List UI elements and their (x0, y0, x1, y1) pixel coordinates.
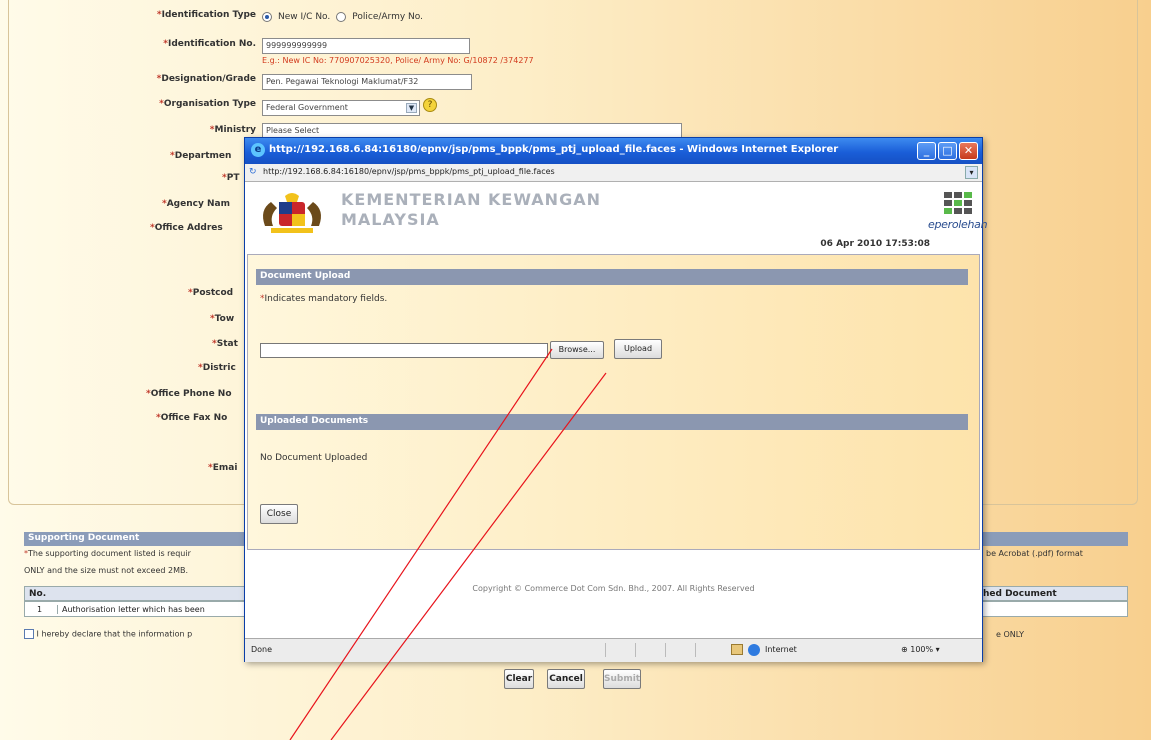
declaration-right: e ONLY (996, 630, 1025, 639)
help-icon[interactable]: ? (423, 98, 437, 112)
label-office-fax: *Office Fax No (156, 413, 228, 423)
no-documents-text: No Document Uploaded (260, 453, 368, 463)
status-cell (695, 643, 696, 657)
mandatory-note: *Indicates mandatory fields. (260, 294, 388, 304)
zone-text: Internet (765, 645, 797, 654)
radio-new-ic-label: New I/C No. (278, 12, 331, 22)
eperolehan-text: eperolehan (928, 218, 988, 231)
status-text: Done (251, 645, 273, 654)
protected-mode-icon (731, 644, 743, 655)
row-no: 1 (37, 605, 43, 614)
col-attached: hed Document (983, 589, 1057, 599)
supporting-text: *The supporting document listed is requi… (24, 549, 191, 558)
malaysia-crest-icon (263, 193, 321, 233)
identification-type-radios: New I/C No. Police/Army No. (262, 12, 423, 22)
window-titlebar[interactable]: e http://192.168.6.84:16180/epnv/jsp/pms… (245, 138, 982, 164)
clear-button[interactable]: Clear (504, 669, 534, 689)
site-footer: Copyright © Commerce Dot Com Sdn. Bhd., … (245, 550, 982, 638)
identification-no-input[interactable]: 999999999999 (262, 38, 470, 54)
ministry-brand: KEMENTERIAN KEWANGAN MALAYSIA (341, 190, 601, 230)
header-datetime: 06 Apr 2010 17:53:08 (820, 239, 930, 249)
status-cell (605, 643, 606, 657)
submit-button[interactable]: Submit (603, 669, 641, 689)
upload-content: Document Upload *Indicates mandatory fie… (247, 254, 980, 550)
label-identification-type: *Identification Type (156, 10, 256, 20)
label-organisation-type: *Organisation Type (159, 99, 256, 109)
minimize-button[interactable]: _ (917, 142, 936, 160)
uploaded-documents-header: Uploaded Documents (256, 414, 968, 430)
identification-hint: E.g.: New IC No: 770907025320, Police/ A… (262, 56, 534, 65)
upload-button[interactable]: Upload (614, 339, 662, 359)
label-postcode: *Postcod (188, 288, 234, 298)
label-state: *Stat (212, 339, 238, 349)
cancel-button[interactable]: Cancel (547, 669, 585, 689)
label-office-address: *Office Addres (150, 223, 223, 233)
file-path-input[interactable] (260, 343, 548, 358)
radio-police[interactable] (336, 12, 347, 22)
designation-input[interactable]: Pen. Pegawai Teknologi Maklumat/F32 (262, 74, 472, 90)
document-upload-header: Document Upload (256, 269, 968, 285)
ie-icon: e (251, 143, 265, 157)
address-bar[interactable]: ↻ http://192.168.6.84:16180/epnv/jsp/pms… (245, 164, 982, 182)
label-agency-name: *Agency Nam (162, 199, 230, 209)
maximize-button[interactable]: □ (938, 142, 957, 160)
declaration: I hereby declare that the information p (24, 629, 192, 639)
status-cell (665, 643, 666, 657)
copyright-text: Copyright © Commerce Dot Com Sdn. Bhd., … (472, 584, 755, 593)
zoom-control[interactable]: ⊕ 100% ▾ (901, 645, 940, 654)
brand-line-1: KEMENTERIAN KEWANGAN (341, 190, 601, 209)
declare-checkbox[interactable] (24, 629, 34, 639)
col-no: No. (29, 589, 47, 599)
chevron-down-icon: ▼ (406, 103, 417, 113)
eperolehan-grid-icon (944, 192, 978, 214)
browse-button[interactable]: Browse... (550, 341, 604, 359)
eperolehan-logo: eperolehan (928, 192, 988, 231)
label-ptj: *PT (222, 173, 240, 183)
label-identification-no: *Identification No. (163, 39, 256, 49)
label-department: *Departmen (170, 151, 232, 161)
status-cell (635, 643, 636, 657)
close-window-button[interactable]: ✕ (959, 142, 978, 160)
close-button[interactable]: Close (260, 504, 298, 524)
organisation-type-select[interactable]: Federal Government ▼ (262, 100, 420, 116)
window-title: http://192.168.6.84:16180/epnv/jsp/pms_b… (269, 144, 839, 155)
status-bar: Done Internet ⊕ 100% ▾ (245, 638, 982, 662)
site-header: KEMENTERIAN KEWANGAN MALAYSIA 06 Apr 201… (245, 182, 988, 254)
brand-line-2: MALAYSIA (341, 210, 440, 229)
radio-police-label: Police/Army No. (352, 12, 423, 22)
label-office-phone: *Office Phone No (146, 389, 232, 399)
address-url: http://192.168.6.84:16180/epnv/jsp/pms_b… (263, 167, 555, 176)
label-designation: *Designation/Grade (156, 74, 256, 84)
label-district: *Distric (198, 363, 236, 373)
row-text: Authorisation letter which has been (57, 605, 205, 614)
label-town: *Tow (210, 314, 235, 324)
zoom-level: 100% (910, 645, 934, 654)
radio-new-ic[interactable] (262, 12, 272, 22)
label-ministry: *Ministry (209, 125, 256, 135)
supporting-text-right: be Acrobat (.pdf) format (986, 549, 1083, 558)
label-email: *Emai (208, 463, 238, 473)
upload-popup-window: e http://192.168.6.84:16180/epnv/jsp/pms… (244, 137, 988, 662)
address-dropdown-icon[interactable]: ▾ (965, 166, 978, 179)
page-icon: ↻ (249, 167, 257, 177)
globe-icon (748, 644, 760, 656)
supporting-text-2: ONLY and the size must not exceed 2MB. (24, 566, 189, 575)
